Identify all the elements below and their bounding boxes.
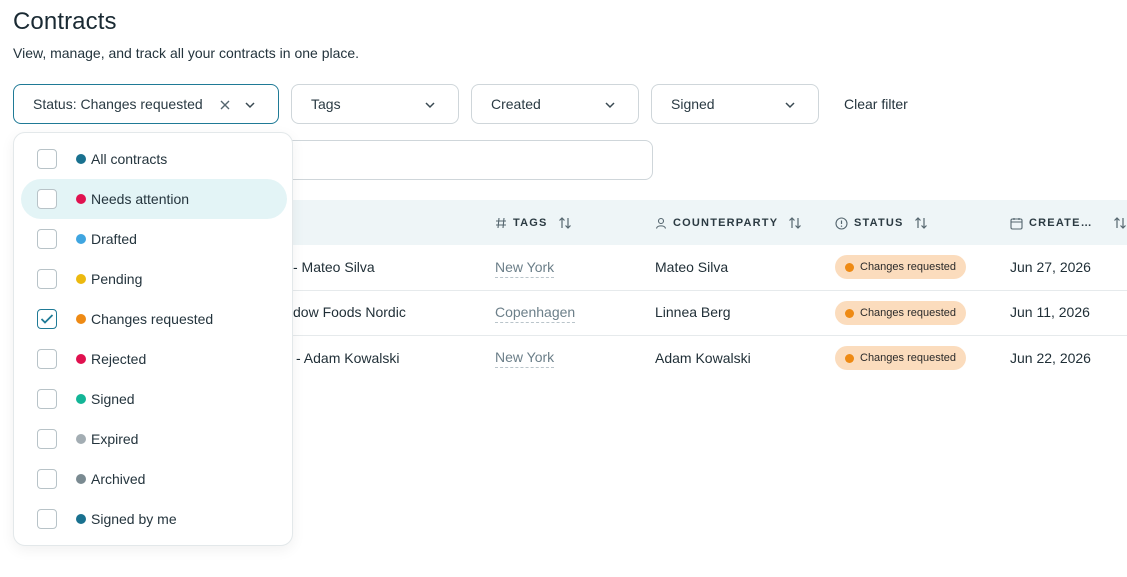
status-badge: Changes requested <box>835 255 967 279</box>
checkbox[interactable] <box>37 429 57 449</box>
status-option-changes-requested[interactable]: Changes requested <box>21 299 287 339</box>
status-badge: Changes requested <box>835 346 967 370</box>
status-color-dot <box>76 514 86 524</box>
sort-icon[interactable] <box>914 216 928 230</box>
clear-filter-button[interactable]: Clear filter <box>844 96 908 112</box>
status-option-label: Pending <box>91 271 143 287</box>
page-title: Contracts <box>13 8 117 35</box>
sort-icon[interactable] <box>788 216 802 230</box>
status-color-dot <box>76 154 86 164</box>
calendar-icon <box>1010 217 1023 230</box>
column-header-tags-label: TAGS <box>513 217 548 229</box>
checkbox[interactable] <box>37 269 57 289</box>
sort-icon[interactable] <box>1113 216 1127 230</box>
tags-filter-label: Tags <box>311 96 341 112</box>
status-color-dot <box>76 194 86 204</box>
status-color-dot <box>76 274 86 284</box>
status-option-label: Rejected <box>91 351 147 367</box>
signed-filter[interactable]: Signed <box>651 84 819 124</box>
checkbox[interactable] <box>37 469 57 489</box>
created-filter[interactable]: Created <box>471 84 639 124</box>
status-badge-label: Changes requested <box>860 307 957 319</box>
checkbox[interactable] <box>37 389 57 409</box>
created-date: Jun 27, 2026 <box>1010 259 1091 275</box>
status-option-needs-attention[interactable]: Needs attention <box>21 179 287 219</box>
person-icon <box>655 217 667 229</box>
counterparty-name: Linnea Berg <box>655 304 731 320</box>
page-subtitle: View, manage, and track all your contrac… <box>13 45 360 61</box>
tag-link[interactable]: New York <box>495 349 555 368</box>
status-option-label: All contracts <box>91 151 168 167</box>
status-option-archived[interactable]: Archived <box>21 459 287 499</box>
column-header-counterparty-label: COUNTERPARTY <box>673 217 779 229</box>
created-filter-label: Created <box>491 96 541 112</box>
chevron-down-icon <box>605 102 615 109</box>
search-input[interactable] <box>240 140 653 180</box>
tags-filter[interactable]: Tags <box>291 84 459 124</box>
checkbox-checked[interactable] <box>37 309 57 329</box>
status-option-label: Archived <box>91 471 146 487</box>
status-color-dot <box>76 234 86 244</box>
tag-link[interactable]: Copenhagen <box>495 304 576 323</box>
row-divider <box>240 335 1127 336</box>
checkbox[interactable] <box>37 149 57 169</box>
checkbox[interactable] <box>37 349 57 369</box>
status-option-label: Drafted <box>91 231 137 247</box>
status-option-label: Signed by me <box>91 511 177 527</box>
status-option-all-contracts[interactable]: All contracts <box>21 139 287 179</box>
column-header-created[interactable]: CREATE… <box>1010 216 1127 230</box>
created-date: Jun 11, 2026 <box>1010 304 1090 320</box>
created-date: Jun 22, 2026 <box>1010 350 1091 366</box>
status-option-label: Needs attention <box>91 191 190 207</box>
sort-icon[interactable] <box>558 216 572 230</box>
status-color-dot <box>76 434 86 444</box>
status-filter-label: Status: Changes requested <box>33 96 203 112</box>
status-color-dot <box>76 354 86 364</box>
counterparty-name: Mateo Silva <box>655 259 729 275</box>
checkmark-icon <box>40 314 54 324</box>
column-header-counterparty[interactable]: COUNTERPARTY <box>655 216 802 230</box>
status-option-rejected[interactable]: Rejected <box>21 339 287 379</box>
column-header-tags[interactable]: TAGS <box>495 216 572 230</box>
status-dropdown-menu: All contracts Needs attention Drafted Pendi… <box>13 132 293 546</box>
column-header-status-label: STATUS <box>854 217 904 229</box>
status-option-signed[interactable]: Signed <box>21 379 287 419</box>
info-circle-icon <box>835 216 848 230</box>
status-dot <box>845 353 854 363</box>
row-divider <box>240 290 1127 291</box>
column-header-created-label: CREATE… <box>1029 217 1093 229</box>
chevron-down-icon <box>425 102 435 109</box>
checkbox[interactable] <box>37 189 57 209</box>
status-color-dot <box>76 474 86 484</box>
status-option-label: Signed <box>91 391 135 407</box>
contract-name: - Mateo Silva <box>293 259 375 275</box>
status-color-dot <box>76 394 86 404</box>
status-option-signed-by-me[interactable]: Signed by me <box>21 499 287 539</box>
status-badge: Changes requested <box>835 301 967 325</box>
contract-name: - Adam Kowalski <box>296 350 400 366</box>
contract-name: dow Foods Nordic <box>293 304 406 320</box>
status-badge-label: Changes requested <box>860 352 957 364</box>
column-header-status[interactable]: STATUS <box>835 216 928 230</box>
chevron-down-icon <box>245 102 255 109</box>
status-option-drafted[interactable]: Drafted <box>21 219 287 259</box>
counterparty-name: Adam Kowalski <box>655 350 751 366</box>
checkbox[interactable] <box>37 509 57 529</box>
chevron-down-icon <box>785 102 795 109</box>
status-option-expired[interactable]: Expired <box>21 419 287 459</box>
status-option-label: Changes requested <box>91 311 214 327</box>
status-badge-label: Changes requested <box>860 261 957 273</box>
status-option-pending[interactable]: Pending <box>21 259 287 299</box>
signed-filter-label: Signed <box>671 96 715 112</box>
hash-icon <box>496 217 506 229</box>
checkbox[interactable] <box>37 229 57 249</box>
status-dot <box>845 262 854 272</box>
clear-status-icon[interactable] <box>218 98 232 112</box>
status-color-dot <box>76 314 86 324</box>
status-dot <box>845 308 854 318</box>
status-filter[interactable]: Status: Changes requested <box>13 84 279 124</box>
status-option-label: Expired <box>91 431 139 447</box>
tag-link[interactable]: New York <box>495 259 555 278</box>
